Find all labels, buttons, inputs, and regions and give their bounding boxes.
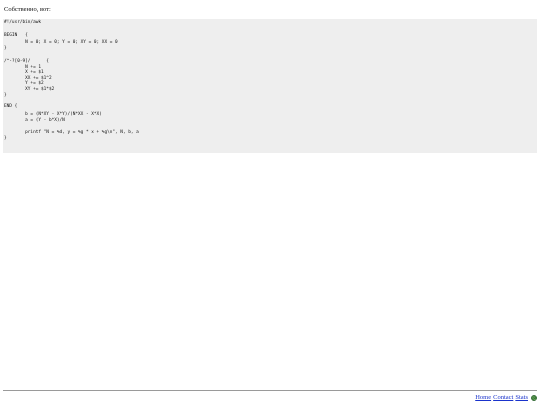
footer-divider	[3, 390, 537, 391]
code-line: #!/usr/bin/awk	[4, 20, 42, 25]
code-block: #!/usr/bin/awk BEGIN { N = 0; X = 0; Y =…	[3, 19, 537, 153]
code-line: N = 0; X = 0; Y = 0; XY = 0; XX = 0	[4, 40, 118, 45]
code-line: }	[4, 46, 7, 51]
code-line: XY += $1*$2	[4, 87, 55, 92]
code-line: printf "N = %d, y = %g * x + %g\n", N, b…	[4, 130, 139, 135]
code-line: a = (Y - b*X)/N	[4, 118, 65, 123]
code-line: END {	[4, 104, 18, 109]
code-line: b = (N*XY - X*Y)/(N*XX - X*X)	[4, 112, 102, 117]
intro-text: Собственно, вот:	[4, 6, 51, 13]
code-line: X += $1	[4, 70, 44, 75]
code-line: BEGIN {	[4, 33, 28, 38]
code-line: }	[4, 93, 7, 98]
code-line: Y += $2	[4, 81, 44, 86]
globe-icon	[531, 395, 537, 401]
contact-link[interactable]: Contact	[493, 394, 513, 402]
code-line: }	[4, 136, 7, 141]
stats-link[interactable]: Stats	[515, 394, 528, 402]
code-line: /^-?[0-9]/ {	[4, 59, 49, 64]
home-link[interactable]: Home	[475, 394, 491, 402]
footer-nav: Home Contact Stats	[475, 394, 537, 402]
